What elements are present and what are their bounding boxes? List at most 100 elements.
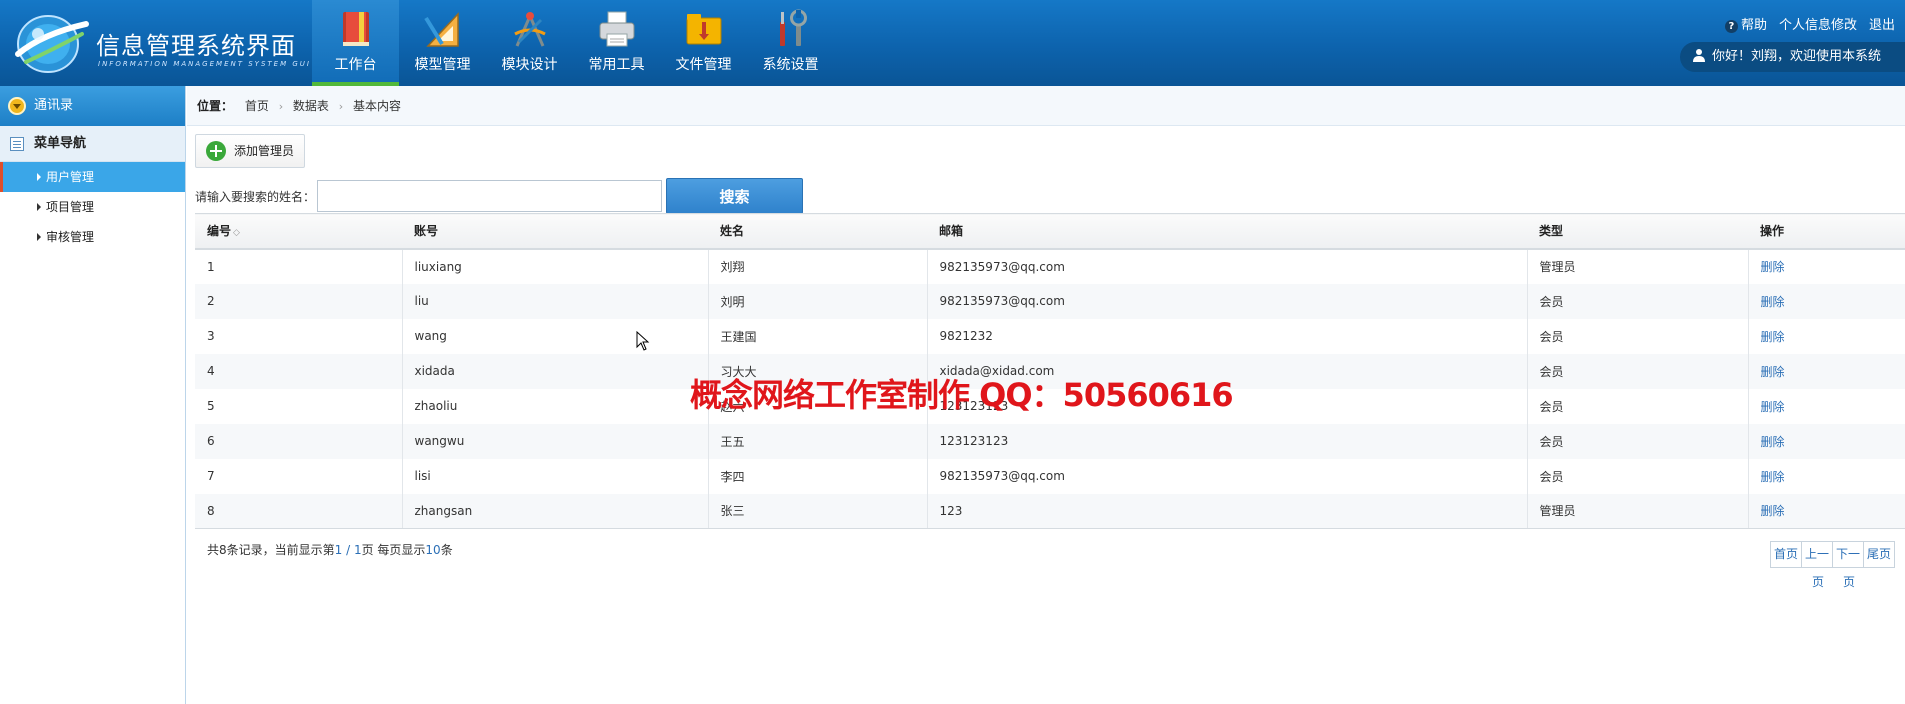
cell-action: 删除 [1748, 423, 1905, 459]
cell-name: 张三 [708, 493, 928, 529]
nav-label: 文件管理 [675, 57, 732, 73]
prev-page-wrap: 上一 页 [1801, 541, 1833, 589]
cell-action: 删除 [1748, 389, 1905, 424]
cell-action: 删除 [1748, 459, 1905, 494]
delete-link[interactable]: 删除 [1761, 504, 1785, 518]
search-button[interactable]: 搜索 [666, 178, 804, 214]
summary-page: 1 / 1 [334, 543, 362, 557]
sidebar-item-project-management[interactable]: 项目管理 [0, 192, 185, 222]
cell-name: 刘明 [708, 283, 928, 319]
sidebar-section-label: 菜单导航 [34, 136, 87, 151]
help-label: 帮助 [1740, 18, 1767, 33]
cell-account: xidada [402, 353, 709, 389]
delete-link[interactable]: 删除 [1761, 365, 1785, 379]
sidebar-item-review-management[interactable]: 审核管理 [0, 222, 185, 252]
watermark-text: 概念网络工作室制作 QQ：50560616 [690, 376, 1234, 414]
list-icon [10, 137, 24, 151]
column-account: 账号 [402, 213, 708, 250]
help-link[interactable]: ? 帮助 [1724, 14, 1767, 33]
column-action: 操作 [1748, 213, 1905, 250]
column-id[interactable]: 编号 ◇ [195, 213, 402, 250]
cell-name: 刘翔 [708, 248, 928, 284]
welcome-bar: 你好！刘翔，欢迎使用本系统 [1680, 42, 1905, 72]
cell-name: 李四 [708, 458, 928, 494]
cell-id: 3 [195, 318, 403, 354]
delete-link[interactable]: 删除 [1761, 330, 1785, 344]
cell-email: 123123123 [927, 423, 1528, 459]
nav-workbench[interactable]: 工作台 [312, 0, 399, 86]
first-page-button[interactable]: 首页 [1770, 541, 1802, 568]
summary-mid: 页 每页显示 [361, 543, 426, 557]
prev-page-button[interactable]: 上一 [1801, 541, 1833, 568]
search-input[interactable] [317, 180, 663, 212]
pagination: 首页 上一 页 下一 页 尾页 [1770, 541, 1895, 589]
cell-email: 982135973@qq.com [927, 248, 1528, 284]
add-admin-button[interactable]: 添加管理员 [195, 134, 305, 168]
cell-account: zhangsan [402, 493, 709, 529]
nav-system-settings[interactable]: 系统设置 [747, 0, 834, 86]
delete-link[interactable]: 删除 [1761, 260, 1785, 274]
printer-icon [599, 11, 634, 47]
last-page-button[interactable]: 尾页 [1863, 541, 1895, 568]
cell-id: 5 [195, 388, 403, 424]
cell-type: 会员 [1527, 458, 1749, 494]
summary-per-page: 10 [425, 543, 441, 557]
table-row: 8 zhangsan 张三 123 管理员 删除 [195, 493, 1905, 529]
nav-module-design[interactable]: 模块设计 [486, 0, 573, 86]
next-page-button[interactable]: 下一 [1832, 541, 1864, 568]
cell-account: liu [402, 283, 709, 319]
nav-label: 工作台 [334, 57, 377, 73]
logout-link[interactable]: 退出 [1869, 14, 1895, 33]
cell-type: 会员 [1527, 353, 1749, 389]
cell-account: liuxiang [402, 248, 709, 284]
search-row: 请输入要搜索的姓名： 搜索 [195, 178, 804, 214]
column-name: 姓名 [708, 213, 927, 250]
cell-email: 9821232 [927, 318, 1528, 354]
cell-account: lisi [402, 458, 709, 494]
delete-link[interactable]: 删除 [1761, 470, 1785, 484]
nav-label: 系统设置 [762, 57, 819, 73]
cell-id: 7 [195, 458, 403, 494]
profile-edit-link[interactable]: 个人信息修改 [1779, 14, 1857, 33]
breadcrumb-home[interactable]: 首页 [245, 99, 269, 113]
chevron-right-icon: › [338, 100, 344, 113]
table-header-row: 编号 ◇ 账号 姓名 邮箱 类型 操作 [195, 213, 1905, 250]
table-row: 2 liu 刘明 982135973@qq.com 会员 删除 [195, 283, 1905, 319]
logo-subtitle: INFORMATION MANAGEMENT SYSTEM GUI [98, 60, 311, 68]
sidebar-header-label: 通讯录 [34, 98, 74, 113]
sidebar-section[interactable]: 菜单导航 [0, 126, 185, 162]
nav-common-tools[interactable]: 常用工具 [573, 0, 660, 86]
breadcrumb-datatable[interactable]: 数据表 [293, 99, 329, 113]
column-type: 类型 [1527, 213, 1748, 250]
app-logo: 信息管理系统界面 INFORMATION MANAGEMENT SYSTEM G… [8, 6, 309, 80]
table-row: 3 wang 王建国 9821232 会员 删除 [195, 318, 1905, 354]
record-summary: 共8条记录，当前显示第1 / 1页 每页显示10条 [207, 541, 453, 558]
cell-id: 4 [195, 353, 403, 389]
table-row: 6 wangwu 王五 123123123 会员 删除 [195, 423, 1905, 459]
nav-file-management[interactable]: 文件管理 [660, 0, 747, 86]
cell-id: 2 [195, 283, 403, 319]
sidebar-item-label: 审核管理 [46, 230, 95, 244]
cell-type: 管理员 [1527, 493, 1749, 529]
cell-action: 删除 [1748, 319, 1905, 354]
breadcrumb-label: 位置： [197, 99, 234, 113]
sidebar-item-label: 项目管理 [46, 200, 95, 214]
top-links: ? 帮助 个人信息修改 退出 [1724, 14, 1895, 33]
column-label: 编号 [207, 224, 232, 239]
top-nav: 工作台 模型管理 模块设计 常用工具 文件管理 系统设置 [312, 0, 834, 86]
compass-design-icon [513, 12, 546, 47]
delete-link[interactable]: 删除 [1761, 295, 1785, 309]
summary-prefix: 共8条记录，当前显示第 [207, 543, 335, 557]
delete-link[interactable]: 删除 [1761, 435, 1785, 449]
ruler-triangle-icon [423, 12, 459, 47]
sidebar-header[interactable]: 通讯录 [0, 86, 185, 126]
nav-model-management[interactable]: 模型管理 [399, 0, 486, 86]
delete-link[interactable]: 删除 [1761, 400, 1785, 414]
globe-logo-icon [15, 15, 89, 73]
cell-email: 123 [927, 493, 1528, 529]
cell-action: 删除 [1748, 249, 1905, 284]
sidebar-item-user-management[interactable]: 用户管理 [0, 162, 185, 192]
column-email: 邮箱 [927, 213, 1527, 250]
cell-email: 982135973@qq.com [927, 458, 1528, 494]
sidebar: 通讯录 菜单导航 用户管理 项目管理 审核管理 [0, 86, 186, 704]
